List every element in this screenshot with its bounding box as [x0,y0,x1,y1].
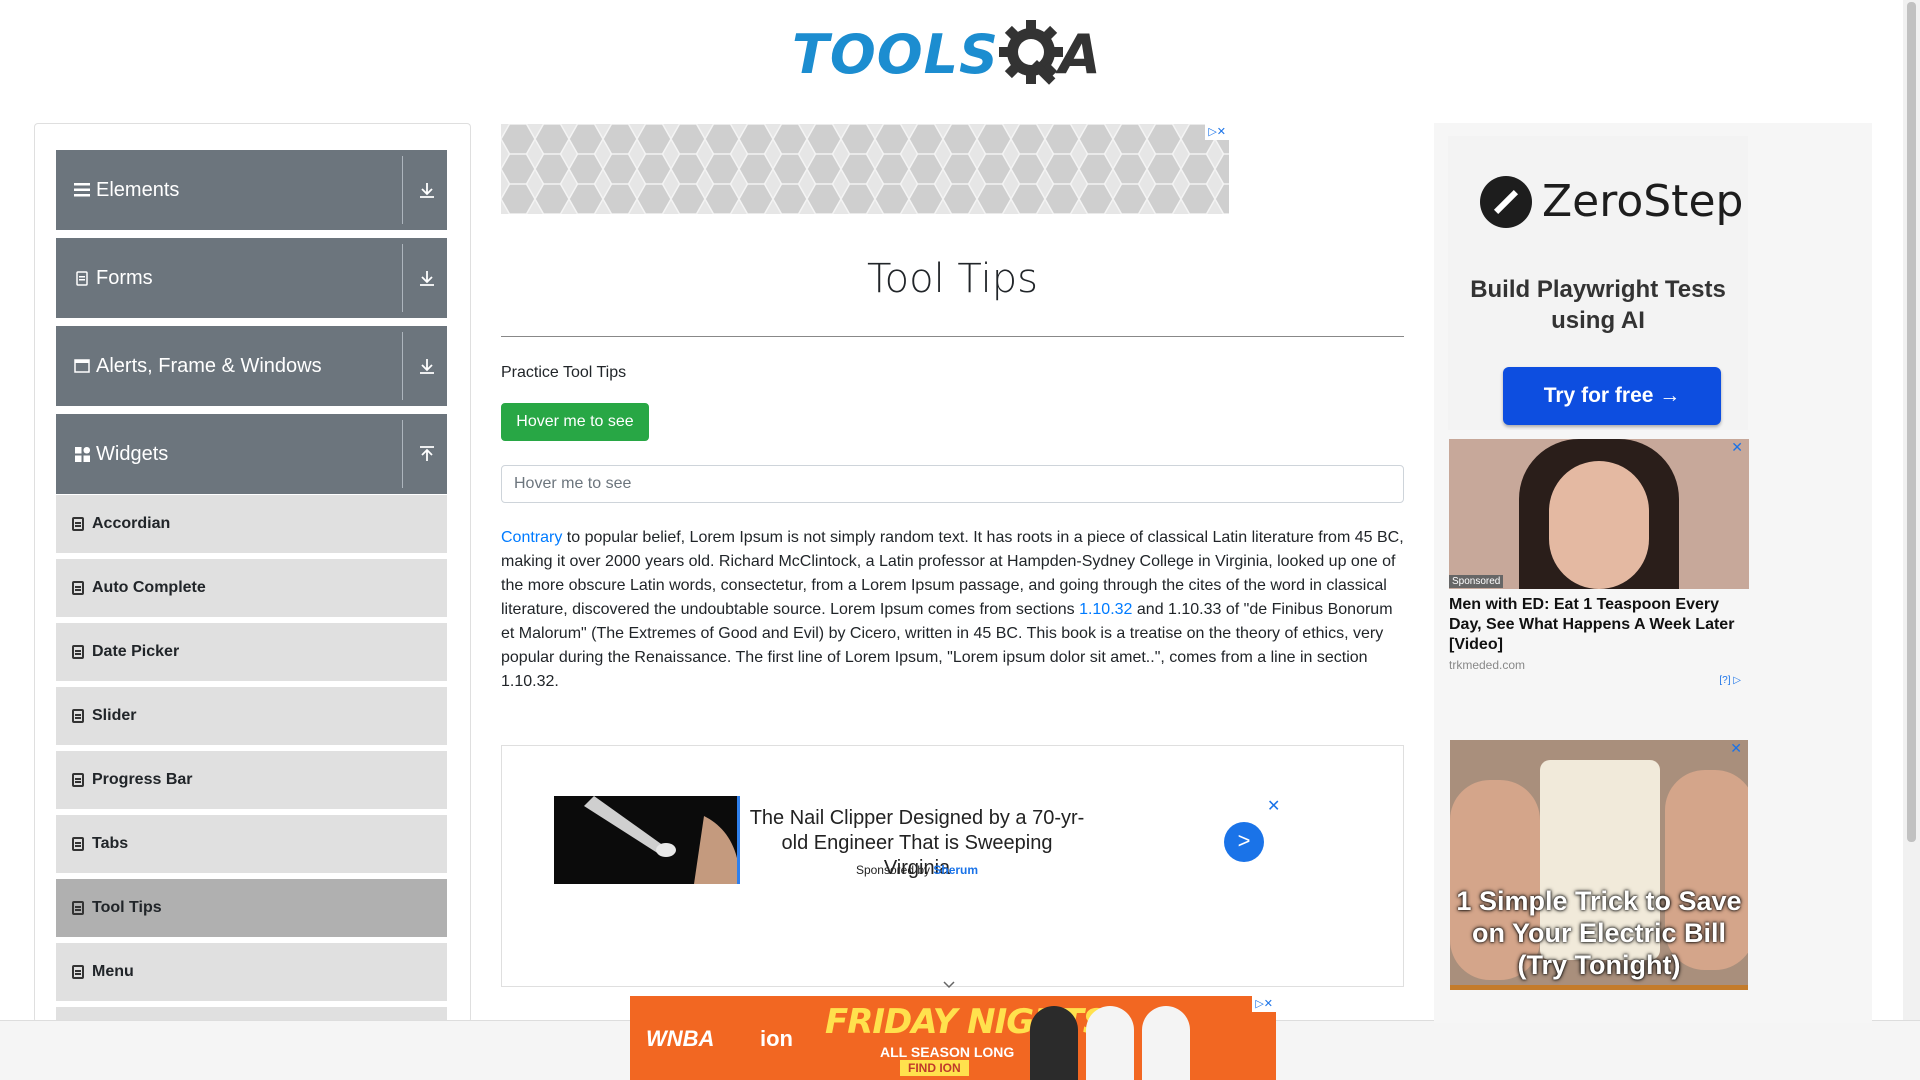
sidebar-item-tool-tips[interactable]: Tool Tips [56,879,447,940]
section-link[interactable]: 1.10.32 [1079,601,1132,618]
zerostep-tagline: Build Playwright Tests using AI [1470,276,1726,334]
hamburger-icon [74,182,90,198]
item-icon [72,965,84,979]
ad-go-button[interactable]: > [1224,822,1264,862]
group-label: Alerts, Frame & Windows [96,354,322,377]
sidebar-item-slider[interactable]: Slider [56,687,447,748]
lorem-paragraph: Contrary to popular belief, Lorem Ipsum … [501,526,1404,694]
ad-image [1449,439,1749,589]
zerostep-name: ZeroStep [1542,176,1744,227]
sidebar-item-label: Slider [92,707,137,724]
sidebar-item-label: Tool Tips [92,899,162,916]
divider [402,156,403,224]
find-ion-button[interactable]: FIND ION [900,1060,969,1076]
group-label: Forms [96,266,153,289]
item-icon [72,773,84,787]
ad-brand[interactable]: Sherum [933,863,978,877]
ad-choices-icon[interactable]: ▷✕ [1252,996,1276,1012]
left-panel: Elements Forms Alerts, Frame & Windows W… [34,123,471,1023]
hover-button[interactable]: Hover me to see [501,403,649,441]
try-for-free-button[interactable]: Try for free → [1503,367,1721,425]
contrary-link[interactable]: Contrary [501,529,562,546]
group-header-forms[interactable]: Forms [56,238,447,318]
sidebar-item-label: Date Picker [92,643,180,660]
scrollbar-thumb[interactable] [1907,2,1916,842]
sidebar-item-label: Menu [92,963,134,980]
bottom-banner-ad[interactable]: WNBA ion FRIDAY NIGHTS ALL SEASON LONG F… [630,996,1276,1080]
right-ad-column: ZeroStep Build Playwright Tests using AI… [1434,123,1872,1023]
ad-image [554,796,740,884]
sidebar-item-progress-bar[interactable]: Progress Bar [56,751,447,812]
header: TOOLS A [0,0,1920,100]
group-header-widgets[interactable]: Widgets [56,414,447,494]
item-icon [72,645,84,659]
top-banner-ad[interactable]: ▷✕ [501,124,1229,214]
divider [402,420,403,488]
divider [402,332,403,400]
native-ad[interactable]: The Nail Clipper Designed by a 70-yr-old… [501,745,1404,987]
download-arrow-icon [420,183,434,198]
page-title: Tool Tips [867,256,1038,302]
item-icon [72,837,84,851]
widgets-icon [74,446,90,462]
sidebar-item-label: Accordian [92,515,171,532]
download-arrow-icon [420,271,434,286]
ad-choices-icon[interactable]: ▷✕ [1205,124,1229,140]
sidebar-item-tabs[interactable]: Tabs [56,815,447,876]
wnba-logo: WNBA [646,1026,715,1051]
sidebar-item-label: Auto Complete [92,579,206,596]
ion-logo: ion [760,1026,793,1051]
chevron-down-icon[interactable] [942,978,956,992]
form-icon [74,270,90,286]
zerostep-ad[interactable]: ZeroStep Build Playwright Tests using AI… [1448,136,1748,430]
group-header-alerts[interactable]: Alerts, Frame & Windows [56,326,447,406]
sponsored-ad[interactable]: Sponsored ✕ Men with ED: Eat 1 Teaspoon … [1449,439,1749,689]
download-arrow-icon [420,359,434,374]
item-icon [72,517,84,531]
group-label: Elements [96,178,180,201]
sidebar-item-date-picker[interactable]: Date Picker [56,623,447,684]
divider [1450,985,1748,990]
practice-label: Practice Tool Tips [501,364,627,381]
sponsored-label: Sponsored [1449,575,1504,588]
close-icon[interactable]: ✕ [1730,740,1742,757]
ad-info-label: [?] [1719,675,1731,686]
close-icon[interactable]: ✕ [1731,439,1743,456]
players-image [1030,996,1230,1080]
electric-bill-ad[interactable]: ✕ 1 Simple Trick to Save on Your Electri… [1450,740,1748,990]
ad-headline[interactable]: Men with ED: Eat 1 Teaspoon Every Day, S… [1449,595,1749,655]
item-icon [72,709,84,723]
toolsqa-logo[interactable]: TOOLS A [792,14,1116,94]
item-icon [72,901,84,915]
item-icon [72,581,84,595]
group-header-elements[interactable]: Elements [56,150,447,230]
group-label: Widgets [96,442,169,465]
zerostep-logo-icon [1480,176,1532,228]
ad-domain: trkmeded.com [1449,658,1526,672]
logo-text-tools: TOOLS [792,22,999,86]
ad-subline: ALL SEASON LONG [880,1044,1015,1060]
divider [501,336,1404,337]
ad-headline: 1 Simple Trick to Save on Your Electric … [1456,886,1742,980]
upload-arrow-icon [420,446,434,461]
sidebar-item-accordian[interactable]: Accordian [56,495,447,556]
hover-input[interactable] [501,465,1404,503]
window-icon [74,358,90,374]
sidebar-item-label: Tabs [92,835,129,852]
close-icon[interactable]: ✕ [1267,796,1280,816]
sponsored-by-label: Sponsored by [855,863,931,877]
page-scrollbar[interactable] [1903,0,1920,1020]
ad-sponsor: Sponsored by Sherum [747,863,1087,877]
hexagon-pattern [501,124,1229,214]
ad-info-icon[interactable]: [?] ▷ [1719,675,1741,686]
sidebar-item-auto-complete[interactable]: Auto Complete [56,559,447,620]
sidebar-item-label: Progress Bar [92,771,193,788]
gear-icon [999,20,1063,85]
divider [402,244,403,312]
sidebar-item-menu[interactable]: Menu [56,943,447,1004]
